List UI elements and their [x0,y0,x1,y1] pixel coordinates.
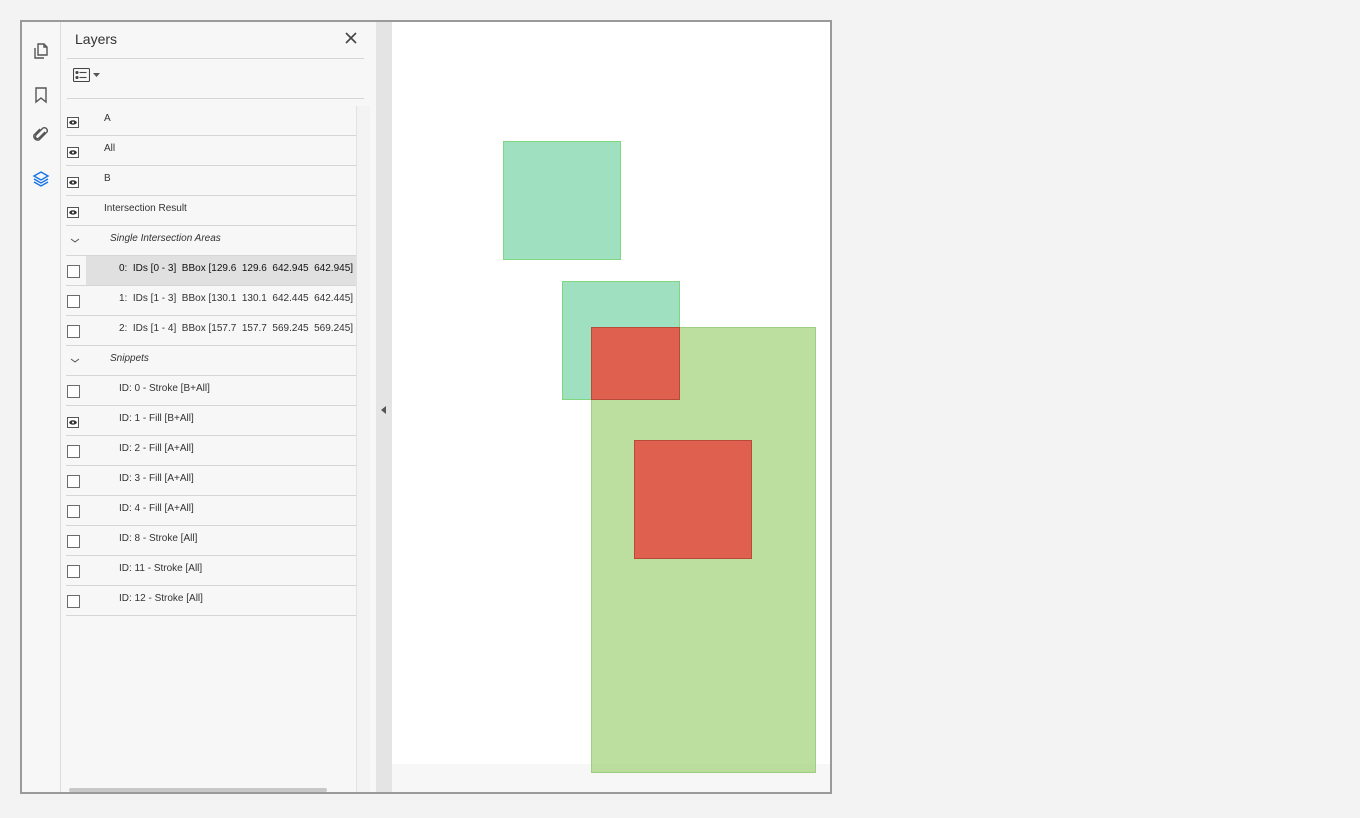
eye-icon[interactable] [67,117,79,128]
layer-options-icon [73,68,90,82]
layer-row-single-2[interactable]: 2: IDs [1 - 4] BBox [157.7 157.7 569.245… [66,316,357,346]
visibility-checkbox[interactable] [67,445,80,458]
layer-label: 2: IDs [1 - 4] BBox [157.7 157.7 569.245… [119,323,354,334]
layer-label: All [104,143,116,154]
layer-row-b[interactable]: B [66,166,357,196]
layer-row-snippet-0[interactable]: ID: 0 - Stroke [B+All] [66,376,357,406]
layer-row-all[interactable]: All [66,136,357,166]
visibility-checkbox[interactable] [67,325,80,338]
horizontal-scrollbar[interactable] [69,788,327,792]
layer-label: A [104,113,111,124]
eye-icon[interactable] [67,417,79,428]
layer-row-single-0[interactable]: 0: IDs [0 - 3] BBox [129.6 129.6 642.945… [66,256,357,286]
group-snippets[interactable]: Snippets [66,346,357,376]
teal-square-top [503,141,621,260]
eye-icon[interactable] [67,147,79,158]
visibility-checkbox[interactable] [67,535,80,548]
title-divider [67,58,364,59]
app-window: Layers A All B Intersection Result Singl… [20,20,832,794]
layer-label: ID: 1 - Fill [B+All] [119,413,194,424]
navigation-rail [22,22,61,792]
layer-options-button[interactable] [73,68,100,82]
visibility-checkbox[interactable] [67,505,80,518]
collapse-arrow-icon[interactable] [381,406,386,414]
chevron-down-icon [93,72,100,77]
layers-panel: Layers A All B Intersection Result Singl… [61,22,376,792]
layer-label: ID: 11 - Stroke [All] [119,563,203,574]
red-overlap-square [591,327,680,400]
layer-row-snippet-11[interactable]: ID: 11 - Stroke [All] [66,556,357,586]
layer-row-intersection-result[interactable]: Intersection Result [66,196,357,226]
eye-icon[interactable] [67,177,79,188]
chevron-down-icon[interactable] [69,235,81,245]
layer-label: ID: 12 - Stroke [All] [119,593,203,604]
vertical-scrollbar[interactable] [356,106,370,792]
visibility-checkbox[interactable] [67,475,80,488]
layer-label: ID: 8 - Stroke [All] [119,533,198,544]
visibility-checkbox[interactable] [67,565,80,578]
layer-label: ID: 4 - Fill [A+All] [119,503,194,514]
group-label: Snippets [110,353,149,364]
pages-icon[interactable] [30,40,52,62]
visibility-checkbox[interactable] [67,295,80,308]
layer-row-snippet-2[interactable]: ID: 2 - Fill [A+All] [66,436,357,466]
layer-label: ID: 0 - Stroke [B+All] [119,383,210,394]
layer-row-snippet-1[interactable]: ID: 1 - Fill [B+All] [66,406,357,436]
visibility-checkbox[interactable] [67,385,80,398]
layer-row-single-1[interactable]: 1: IDs [1 - 3] BBox [130.1 130.1 642.445… [66,286,357,316]
layer-label: B [104,173,111,184]
layers-icon[interactable] [30,168,52,190]
group-single-intersection-areas[interactable]: Single Intersection Areas [66,226,357,256]
group-label: Single Intersection Areas [110,233,221,244]
panel-splitter[interactable] [376,22,392,792]
visibility-checkbox[interactable] [67,595,80,608]
layer-list: A All B Intersection Result Single Inter… [66,106,357,616]
bookmark-icon[interactable] [30,84,52,106]
layer-row-snippet-3[interactable]: ID: 3 - Fill [A+All] [66,466,357,496]
layer-row-snippet-4[interactable]: ID: 4 - Fill [A+All] [66,496,357,526]
layer-row-snippet-8[interactable]: ID: 8 - Stroke [All] [66,526,357,556]
red-square [634,440,752,559]
layer-label: 0: IDs [0 - 3] BBox [129.6 129.6 642.945… [119,263,354,274]
close-icon[interactable] [341,28,361,48]
layer-row-snippet-12[interactable]: ID: 12 - Stroke [All] [66,586,357,616]
layer-label: ID: 3 - Fill [A+All] [119,473,194,484]
layer-label: ID: 2 - Fill [A+All] [119,443,194,454]
panel-title: Layers [75,31,118,47]
layer-label: 1: IDs [1 - 3] BBox [130.1 130.1 642.445… [119,293,354,304]
layer-row-a[interactable]: A [66,106,357,136]
layer-label: Intersection Result [104,203,187,214]
attachment-icon[interactable] [30,124,52,146]
visibility-checkbox[interactable] [67,265,80,278]
eye-icon[interactable] [67,207,79,218]
chevron-down-icon[interactable] [69,355,81,365]
toolbar-divider [67,98,364,99]
